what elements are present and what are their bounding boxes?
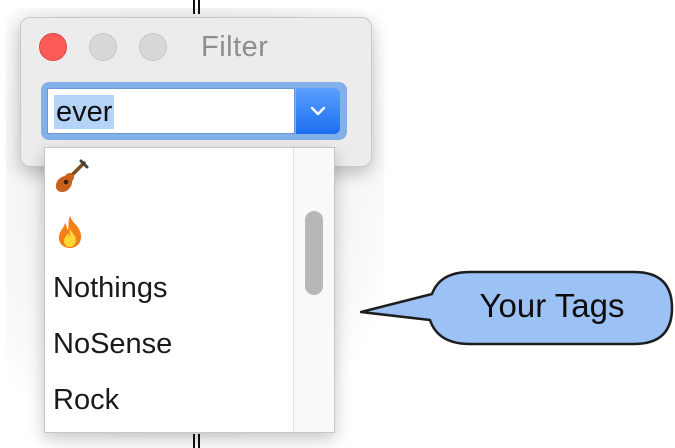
filter-input-value: ever (54, 95, 115, 129)
chevron-down-icon (310, 106, 326, 116)
window-title: Filter (201, 31, 269, 63)
screenshot-stage: Filter ever Nothings NoSense Rock Your T… (0, 0, 675, 448)
list-item-rock[interactable]: Rock (45, 372, 295, 428)
scrollbar-thumb[interactable] (305, 211, 323, 295)
guitar-icon (55, 159, 89, 193)
list-item-nothings[interactable]: Nothings (45, 260, 295, 316)
tag-dropdown-list[interactable]: Nothings NoSense Rock (44, 147, 335, 433)
list-item-label: NoSense (53, 327, 173, 360)
minimize-window-button[interactable] (89, 33, 117, 61)
tag-list-items: Nothings NoSense Rock (45, 148, 295, 428)
list-item-label: Nothings (53, 271, 168, 304)
close-window-button[interactable] (39, 33, 67, 61)
filter-window: Filter ever (20, 17, 372, 167)
callout-label: Your Tags (479, 287, 625, 324)
fire-icon (58, 216, 82, 248)
list-item-guitar[interactable] (45, 148, 295, 204)
list-item-nosense[interactable]: NoSense (45, 316, 295, 372)
zoom-window-button[interactable] (139, 33, 167, 61)
list-item-fire[interactable] (45, 204, 295, 260)
list-item-label: Rock (53, 383, 120, 416)
filter-combo-box[interactable]: ever (41, 82, 347, 140)
your-tags-callout: Your Tags (358, 270, 675, 348)
filter-input[interactable]: ever (47, 88, 295, 134)
combo-dropdown-button[interactable] (296, 88, 340, 134)
